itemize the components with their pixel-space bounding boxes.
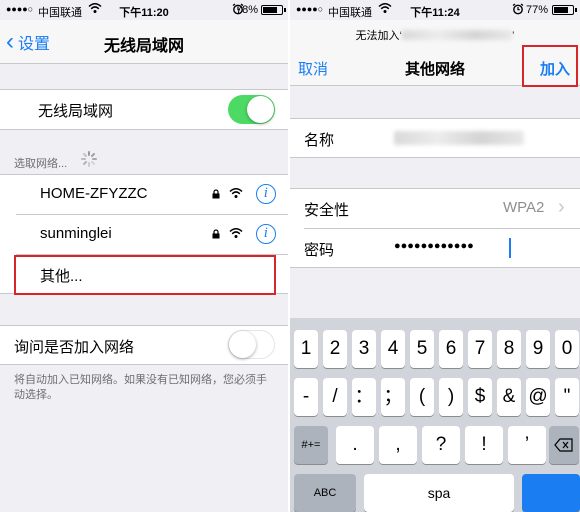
battery-percent: 77% [526,4,549,16]
key[interactable]: 9 [526,330,550,368]
key[interactable]: $ [468,378,492,416]
key[interactable]: ! [465,426,503,464]
name-input[interactable] [394,131,524,145]
ask-to-join-label: 询问是否加入网络 [14,339,135,356]
battery-icon [261,5,286,15]
key[interactable]: @ [526,378,550,416]
key[interactable]: ( [410,378,434,416]
navigation-bar: ‹ 设置 无线局域网 [0,20,288,64]
abc-key[interactable]: ABC [294,474,356,512]
battery-percent: 78% [236,4,259,16]
join-key[interactable] [522,474,580,512]
highlight-box [14,255,276,295]
wifi-signal-icon [229,228,243,238]
key[interactable]: 1 [294,330,318,368]
name-field-row: 名称 [290,118,580,158]
prompt-suffix: ’ [512,30,515,42]
key[interactable]: ： [352,378,376,416]
more-symbols-key[interactable]: #+= [294,426,328,464]
join-failed-prompt: 无法加入‘ ’ [290,27,580,43]
delete-key[interactable] [549,426,579,464]
key[interactable]: " [555,378,579,416]
key[interactable]: 2 [323,330,347,368]
key[interactable]: 6 [439,330,463,368]
password-input[interactable]: ●●●●●●●●●●●● [394,240,474,252]
key[interactable]: 7 [468,330,492,368]
left-screen: ●●●●○ 中国联通 下午11:20 78% ‹ 设置 无线局域网 无线局域网 … [0,0,288,512]
loading-spinner-icon [81,151,97,167]
section-header: 选取网络... [14,158,68,170]
lock-icon [212,229,220,239]
text-cursor [509,238,511,258]
key[interactable]: . [336,426,374,464]
network-row-home-zfyzzc[interactable]: HOME-ZFYZZC i [0,174,288,214]
chevron-right-icon: › [558,196,565,218]
wifi-row-label: 无线局域网 [38,103,114,120]
wifi-toggle[interactable] [228,95,275,124]
security-value: WPA2 [503,199,545,216]
page-title: 无线局域网 [103,38,184,55]
prompt-prefix: 无法加入‘ [355,30,402,42]
key[interactable]: / [323,378,347,416]
battery-icon [552,5,577,15]
key[interactable]: 5 [410,330,434,368]
status-bar: ●●●●○ 中国联通 下午11:24 77% [290,0,580,20]
alarm-clock-icon [512,3,524,15]
ask-to-join-toggle[interactable] [228,330,275,359]
info-icon[interactable]: i [256,224,276,244]
key[interactable]: 8 [497,330,521,368]
key[interactable]: 3 [352,330,376,368]
ask-to-join-row: 询问是否加入网络 [0,325,288,365]
backspace-icon [554,438,573,452]
password-label: 密码 [304,242,335,259]
status-bar: ●●●●○ 中国联通 下午11:20 78% [0,0,288,20]
key[interactable]: , [379,426,417,464]
wifi-toggle-row: 无线局域网 [0,89,288,130]
redacted-network-name [402,30,512,40]
key[interactable]: & [497,378,521,416]
footer-note: 将自动加入已知网络。如果没有已知网络，您必须手动选择。 [14,374,267,401]
key[interactable]: ； [381,378,405,416]
security-row[interactable]: 安全性 WPA2 › [290,188,580,228]
lock-icon [212,189,220,199]
security-label: 安全性 [304,202,350,219]
highlight-box [522,45,578,87]
key[interactable]: ? [422,426,460,464]
network-name: HOME-ZFYZZC [40,185,148,202]
security-password-group: 安全性 WPA2 › 密码 ●●●●●●●●●●●● [290,188,580,268]
space-key[interactable]: spa [364,474,514,512]
right-screen: ●●●●○ 中国联通 下午11:24 77% 无法加入‘’ 取消 其他网络 加入… [290,0,580,512]
keyboard: 1234567890 - /：；() $ & @ " #+= .,?!’ ABC spa [290,318,580,512]
key[interactable]: - [294,378,318,416]
wifi-signal-icon [229,188,243,198]
key[interactable]: 4 [381,330,405,368]
key[interactable]: ’ [508,426,546,464]
info-icon[interactable]: i [256,184,276,204]
password-row: 密码 ●●●●●●●●●●●● [290,228,580,268]
network-row-sunminglei[interactable]: sunminglei i [0,214,288,254]
network-name: sunminglei [40,225,112,242]
key[interactable]: ) [439,378,463,416]
key[interactable]: 0 [555,330,579,368]
name-field-label: 名称 [304,132,335,149]
